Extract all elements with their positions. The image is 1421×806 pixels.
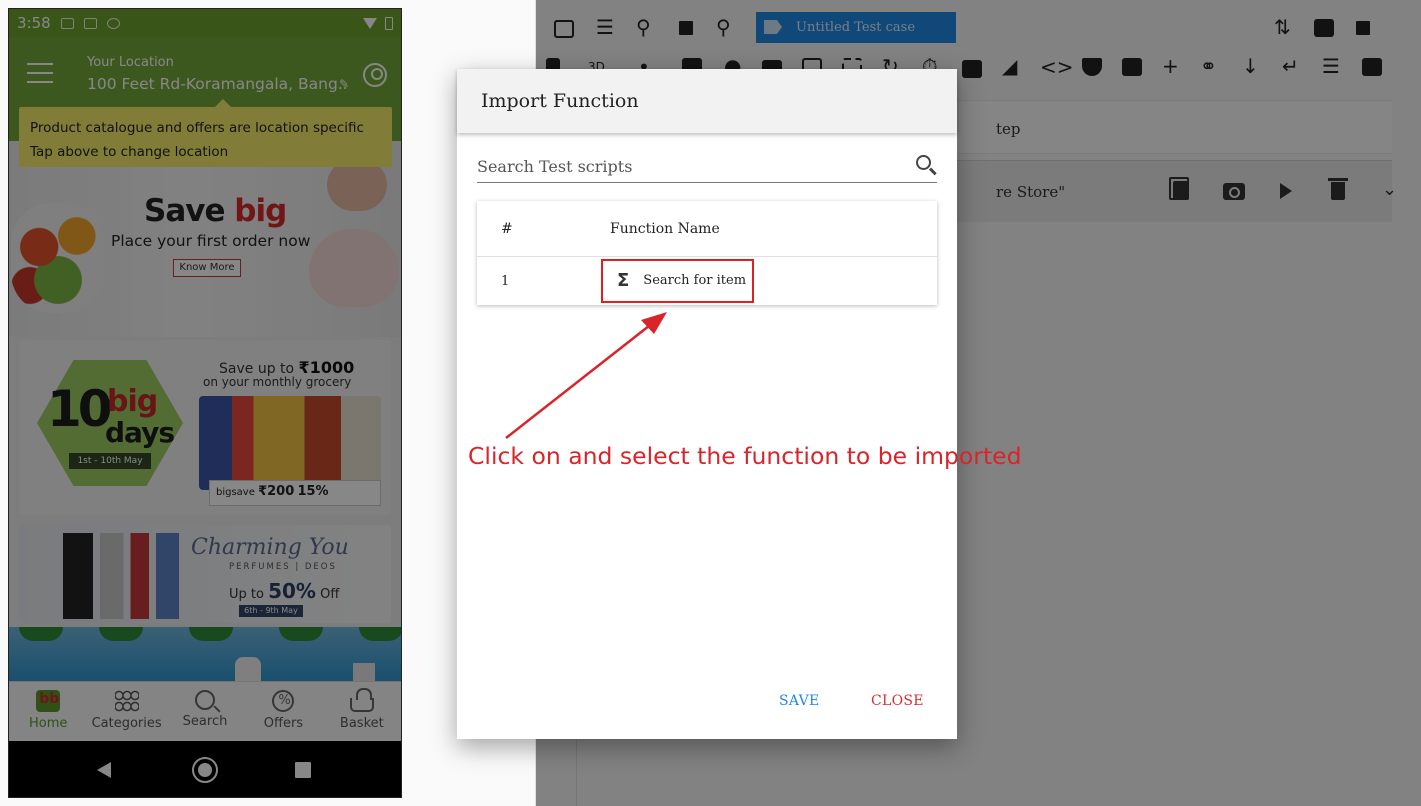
phone-mirror: 3:58 Your Location 100 Feet Rd-Koramanga… xyxy=(8,8,402,798)
function-table: # Function Name 1 Σ Search for item xyxy=(477,201,937,305)
sigma-icon: Σ xyxy=(617,270,630,291)
modal-backdrop[interactable] xyxy=(9,9,401,797)
table-header: # Function Name xyxy=(477,201,937,257)
table-row[interactable]: 1 Σ Search for item xyxy=(477,257,937,305)
annotation-text: Click on and select the function to be i… xyxy=(468,442,1022,470)
screen: 3:58 Your Location 100 Feet Rd-Koramanga… xyxy=(0,0,1421,806)
save-button[interactable]: SAVE xyxy=(779,683,820,719)
row-number: 1 xyxy=(501,273,510,289)
column-header-number: # xyxy=(501,220,513,237)
dialog-actions: SAVE CLOSE xyxy=(457,683,957,739)
function-search-for-item[interactable]: Σ Search for item xyxy=(601,258,754,303)
dialog-title: Import Function xyxy=(481,90,639,112)
function-name-cell[interactable]: Σ Search for item xyxy=(601,258,937,303)
column-header-function-name: Function Name xyxy=(610,220,720,237)
import-function-dialog: Import Function # Function Name 1 Σ Sear… xyxy=(457,69,957,739)
dialog-header: Import Function xyxy=(457,69,957,133)
search-field xyxy=(477,151,937,183)
close-button[interactable]: CLOSE xyxy=(871,683,924,719)
function-name: Search for item xyxy=(643,273,747,288)
search-input[interactable] xyxy=(477,151,897,181)
search-icon[interactable] xyxy=(916,155,931,170)
